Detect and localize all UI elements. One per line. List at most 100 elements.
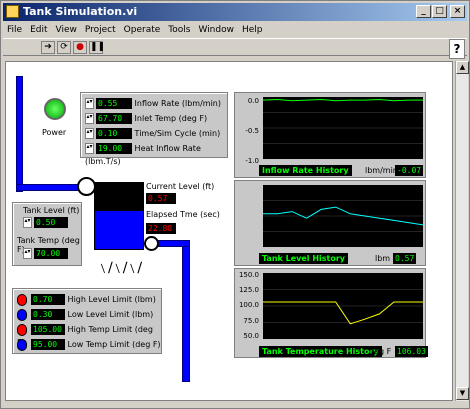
elapsed-time-value: 22.80	[146, 223, 176, 234]
heat-inflow-input[interactable]: 19.00	[96, 143, 132, 154]
outlet-pipe-vertical	[182, 240, 190, 382]
limit-row: 0.70 High Level Limit (lbm)	[17, 293, 156, 306]
spin-icon[interactable]: ▴▾	[85, 143, 94, 154]
pause-icon[interactable]: ❚❚	[89, 41, 105, 54]
tank-temperature-chart: 150.0 125.0 100.0 75.0 50.0 Tank Tempera…	[234, 268, 428, 358]
inlet-temp-input[interactable]: 67.70	[96, 113, 132, 124]
chart-unit: lbm/min	[365, 166, 398, 175]
run-arrow-icon[interactable]: ➔	[41, 41, 55, 54]
alarm-led-icon	[17, 338, 27, 351]
high-level-limit-input[interactable]: 0.70	[31, 294, 65, 305]
outlet-pipe-horizontal	[154, 240, 190, 247]
scroll-down-icon[interactable]: ▼	[456, 387, 469, 400]
level-current-value: 0.57	[393, 253, 417, 264]
menu-window[interactable]: Window	[194, 25, 238, 35]
temp-plot-area	[263, 273, 423, 339]
elapsed-time-label: Elapsed Tme (sec)	[146, 210, 220, 219]
inflow-rate-chart: 0.0 -0.5 -1.0 Inflow Rate History lbm/mi…	[234, 92, 426, 178]
tank	[94, 182, 144, 250]
tank-temp-input[interactable]: 70.00	[34, 248, 68, 259]
inflow-plot-area	[263, 97, 423, 159]
input-row: ▴▾ 67.70 Inlet Temp (deg F)	[85, 112, 207, 125]
scroll-up-icon[interactable]: ▲	[456, 61, 469, 74]
time-sim-cycle-input[interactable]: 0.10	[96, 128, 132, 139]
low-level-limit-label: Low Level Limit (lbm)	[67, 310, 154, 319]
current-level-label: Current Level (ft)	[146, 182, 215, 191]
power-led-button[interactable]	[44, 98, 66, 120]
menu-help[interactable]: Help	[238, 25, 267, 35]
outlet-valve-icon	[144, 236, 159, 251]
y-tick: 75.0	[243, 317, 259, 325]
inlet-temp-label: Inlet Temp (deg F)	[134, 114, 208, 123]
close-button[interactable]: ×	[450, 5, 465, 18]
spin-icon[interactable]: ▴▾	[23, 248, 32, 259]
chart-title: Tank Level History	[259, 253, 348, 264]
application-window: Tank Simulation.vi _ □ × File Edit View Pro…	[0, 0, 470, 409]
spin-icon[interactable]: ▴▾	[85, 98, 94, 109]
toolbar: ➔ ⟳ ● ❚❚	[3, 38, 467, 56]
limit-row: 95.00 Low Temp Limit (deg F)	[17, 338, 161, 351]
input-row: ▴▾ 0.55 Inflow Rate (lbm/min)	[85, 97, 221, 110]
inflow-current-value: -0.07	[395, 165, 424, 176]
limit-row: 0.30 Low Level Limit (lbm)	[17, 308, 153, 321]
heater-coil-icon: ﹨∕﹨∕﹨∕	[96, 260, 142, 276]
y-tick: 125.0	[238, 286, 259, 294]
low-temp-limit-input[interactable]: 95.00	[31, 339, 65, 350]
current-level-value: 0.57	[146, 193, 176, 204]
limit-row: 105.00 High Temp Limit (deg F)	[17, 323, 161, 347]
y-tick: 100.0	[238, 301, 259, 309]
tank-level-label: Tank Level (ft)	[23, 206, 80, 215]
y-tick: 50.0	[243, 332, 259, 340]
window-title: Tank Simulation.vi	[23, 5, 138, 18]
chart-unit: lbm	[375, 254, 391, 263]
low-temp-limit-label: Low Temp Limit (deg F)	[67, 340, 161, 349]
tank-fill	[95, 211, 143, 249]
maximize-button[interactable]: □	[432, 5, 447, 18]
chart-unit: deg F	[369, 347, 392, 356]
menu-edit[interactable]: Edit	[26, 25, 51, 35]
high-temp-limit-input[interactable]: 105.00	[31, 324, 65, 335]
menu-view[interactable]: View	[52, 25, 81, 35]
inflow-rate-label: Inflow Rate (lbm/min)	[134, 99, 221, 108]
menu-operate[interactable]: Operate	[120, 25, 165, 35]
minimize-button[interactable]: _	[416, 5, 431, 18]
high-level-limit-label: High Level Limit (lbm)	[67, 295, 156, 304]
level-plot-area	[263, 185, 423, 247]
alarm-led-icon	[17, 293, 27, 306]
spin-icon[interactable]: ▴▾	[85, 128, 94, 139]
spin-icon[interactable]: ▴▾	[85, 113, 94, 124]
y-tick: -0.5	[245, 127, 259, 135]
spin-icon[interactable]: ▴▾	[23, 217, 32, 228]
menu-file[interactable]: File	[3, 25, 26, 35]
power-label: Power	[42, 128, 67, 137]
inflow-rate-input[interactable]: 0.55	[96, 98, 132, 109]
limits-cluster: 0.70 High Level Limit (lbm) 0.30 Low Lev…	[12, 288, 162, 354]
title-bar: Tank Simulation.vi _ □ ×	[3, 3, 467, 21]
time-sim-cycle-label: Time/Sim Cycle (min)	[134, 129, 221, 138]
alarm-led-icon	[17, 308, 27, 321]
series-line	[263, 301, 423, 325]
front-panel: ﹨∕﹨∕﹨∕ Power ▴▾ 0.55 Inflow Rate (lbm/min…	[5, 61, 453, 401]
inlet-pipe-vertical	[16, 76, 23, 192]
alarm-led-icon	[17, 323, 27, 336]
chart-title: Inflow Rate History	[259, 165, 352, 176]
abort-icon[interactable]: ●	[73, 41, 87, 54]
series-line	[263, 98, 423, 102]
menu-tools[interactable]: Tools	[164, 25, 194, 35]
tank-controls: Tank Level (ft) ▴▾ 0.50 Tank Temp (deg F)…	[12, 202, 82, 266]
input-row: ▴▾ 0.10 Time/Sim Cycle (min)	[85, 127, 220, 140]
temp-current-value: 106.03	[395, 346, 428, 357]
run-continuously-icon[interactable]: ⟳	[57, 41, 71, 54]
y-tick: 0.0	[247, 97, 259, 105]
chart-title: Tank Temperature History	[259, 346, 382, 357]
vertical-scrollbar[interactable]: ▲ ▼	[455, 61, 469, 401]
context-help-icon[interactable]: ?	[449, 39, 465, 59]
menu-project[interactable]: Project	[81, 25, 120, 35]
vi-icon	[6, 5, 19, 18]
tank-level-input[interactable]: 0.50	[34, 217, 68, 228]
tank-level-chart: Tank Level History lbm 0.57	[234, 180, 426, 266]
inputs-cluster: ▴▾ 0.55 Inflow Rate (lbm/min) ▴▾ 67.70 Inl…	[80, 92, 228, 166]
low-level-limit-input[interactable]: 0.30	[31, 309, 65, 320]
y-tick: 150.0	[238, 271, 259, 279]
y-tick: -1.0	[245, 157, 259, 165]
